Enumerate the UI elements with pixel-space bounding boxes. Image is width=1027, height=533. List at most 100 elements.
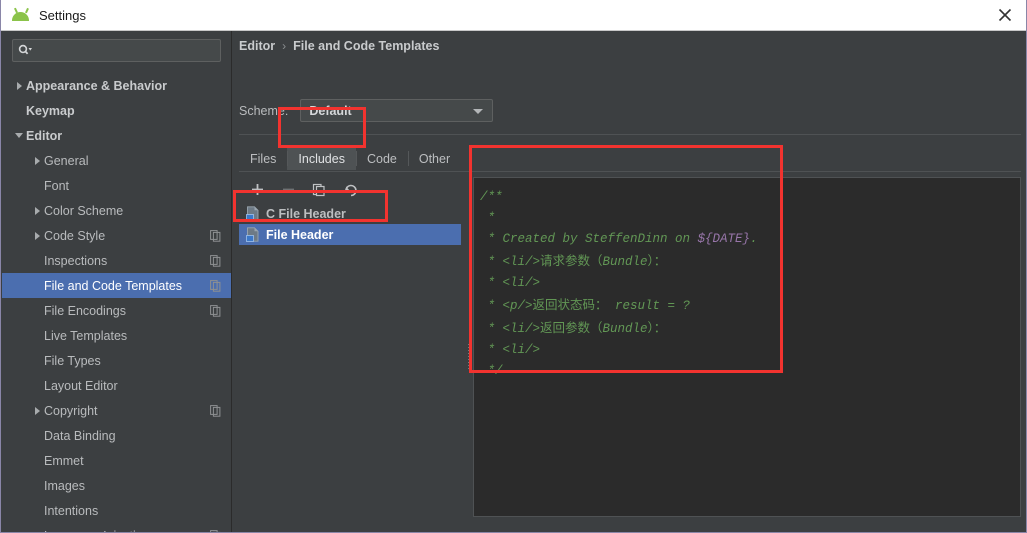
search-field[interactable] xyxy=(12,39,221,62)
code-line: * xyxy=(480,211,496,225)
chevron-right-icon[interactable] xyxy=(30,398,44,423)
sidebar-item-inspections[interactable]: Inspections xyxy=(2,248,231,273)
sidebar-item-label: Code Style xyxy=(44,228,106,243)
sidebar-item-label: Images xyxy=(44,478,85,493)
sidebar-item-editor[interactable]: Editor xyxy=(2,123,231,148)
remove-icon[interactable] xyxy=(278,180,298,200)
settings-tree: Appearance & Behavior Keymap Editor General… xyxy=(2,73,231,532)
sidebar-item-label: Copyright xyxy=(44,403,98,418)
chevron-right-icon[interactable] xyxy=(30,223,44,248)
sidebar-item-label: Inspections xyxy=(44,253,108,268)
sidebar-item-color-scheme[interactable]: Color Scheme xyxy=(2,198,231,223)
code-line: * Created by SteffenDinn on ${DATE}. xyxy=(480,232,758,246)
sidebar-item-file-types[interactable]: File Types xyxy=(2,348,231,373)
sidebar-item-live-templates[interactable]: Live Templates xyxy=(2,323,231,348)
sidebar-item-layout-editor[interactable]: Layout Editor xyxy=(2,373,231,398)
copy-settings-icon[interactable] xyxy=(205,398,225,423)
breadcrumb-root[interactable]: Editor xyxy=(239,39,275,53)
tab-code[interactable]: Code xyxy=(355,148,408,170)
add-icon[interactable] xyxy=(247,180,267,200)
chevron-right-icon[interactable] xyxy=(30,148,44,173)
template-list-item[interactable]: File Header xyxy=(239,224,461,245)
template-list-panel: C File Header File Header xyxy=(239,176,461,517)
code-line: * <li/>返回参数（Bundle）： xyxy=(480,320,667,336)
chevron-right-icon[interactable] xyxy=(12,73,26,98)
sidebar-item-label: Emmet xyxy=(44,453,84,468)
sidebar-item-general[interactable]: General xyxy=(2,148,231,173)
breadcrumb: Editor › File and Code Templates xyxy=(239,39,439,53)
template-list-item[interactable]: C File Header xyxy=(239,203,461,224)
template-editor-text[interactable]: /** * * Created by SteffenDinn on ${DATE… xyxy=(474,178,1020,382)
reset-icon[interactable] xyxy=(340,180,360,200)
tabs-divider xyxy=(239,171,1021,172)
template-options: Reformat according to style Enable Live … xyxy=(473,526,1021,532)
sidebar-item-font[interactable]: Font xyxy=(2,173,231,198)
breadcrumb-separator-icon: › xyxy=(282,39,287,53)
sidebar-item-code-style[interactable]: Code Style xyxy=(2,223,231,248)
scheme-dropdown[interactable]: Default xyxy=(300,99,494,122)
template-file-icon xyxy=(246,227,260,242)
template-list-toolbar xyxy=(239,176,461,203)
code-line: * <li/> xyxy=(480,276,541,290)
sidebar-item-label: Layout Editor xyxy=(44,378,118,393)
copy-settings-icon[interactable] xyxy=(205,223,225,248)
sidebar-item-label: File Types xyxy=(44,353,101,368)
sidebar-item-keymap[interactable]: Keymap xyxy=(2,98,231,123)
sidebar-item-file-and-code-templates[interactable]: File and Code Templates xyxy=(2,273,231,298)
tab-other[interactable]: Other xyxy=(407,148,461,170)
chevron-right-icon[interactable] xyxy=(30,198,44,223)
panel-splitter[interactable] xyxy=(465,176,473,517)
sidebar-item-intentions[interactable]: Intentions xyxy=(2,498,231,523)
copy-icon[interactable] xyxy=(309,180,329,200)
code-line: * <li/>请求参数（Bundle）： xyxy=(480,253,667,269)
sidebar-item-language-injections[interactable]: Language Injections xyxy=(2,523,231,532)
copy-settings-icon[interactable] xyxy=(205,248,225,273)
tab-files[interactable]: Files xyxy=(239,148,287,170)
settings-content: Editor › File and Code Templates Scheme:… xyxy=(233,31,1026,532)
copy-settings-icon[interactable] xyxy=(205,298,225,323)
breadcrumb-leaf: File and Code Templates xyxy=(293,39,440,53)
sidebar-item-images[interactable]: Images xyxy=(2,473,231,498)
sidebar-item-emmet[interactable]: Emmet xyxy=(2,448,231,473)
copy-settings-icon[interactable] xyxy=(205,273,225,298)
code-line: * <p/>返回状态码： result = ? xyxy=(480,297,691,313)
sidebar-item-label: File Encodings xyxy=(44,303,126,318)
chevron-down-icon[interactable] xyxy=(12,123,26,148)
sidebar-item-data-binding[interactable]: Data Binding xyxy=(2,423,231,448)
template-editor[interactable]: /** * * Created by SteffenDinn on ${DATE… xyxy=(473,177,1021,517)
code-line: * <li/> xyxy=(480,343,541,357)
sidebar-item-copyright[interactable]: Copyright xyxy=(2,398,231,423)
sidebar-item-label: General xyxy=(44,153,89,168)
search-input[interactable] xyxy=(33,43,220,58)
tab-includes[interactable]: Includes xyxy=(287,148,356,170)
sidebar-item-label: Keymap xyxy=(26,103,75,118)
sidebar-item-label: Language Injections xyxy=(44,529,205,533)
sidebar-item-label: File and Code Templates xyxy=(44,278,183,293)
search-icon xyxy=(18,44,33,57)
sidebar-item-file-encodings[interactable]: File Encodings xyxy=(2,298,231,323)
sidebar-item-appearance-behavior[interactable]: Appearance & Behavior xyxy=(2,73,231,98)
copy-settings-icon[interactable] xyxy=(205,523,225,532)
window-title: Settings xyxy=(39,7,86,23)
close-icon[interactable] xyxy=(982,0,1026,30)
chevron-right-icon[interactable] xyxy=(30,523,44,532)
sidebar-item-label: Color Scheme xyxy=(44,203,124,218)
